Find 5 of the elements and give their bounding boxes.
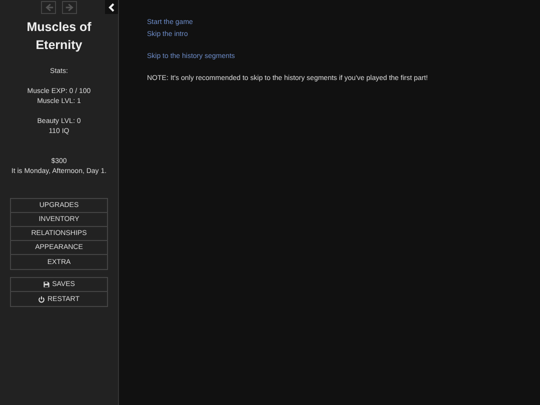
game-title: Muscles of Eternity <box>26 19 92 54</box>
right-arrow-icon <box>64 2 76 13</box>
chevron-left-icon <box>108 2 115 12</box>
collapse-button[interactable] <box>105 0 118 14</box>
power-icon <box>38 296 46 302</box>
